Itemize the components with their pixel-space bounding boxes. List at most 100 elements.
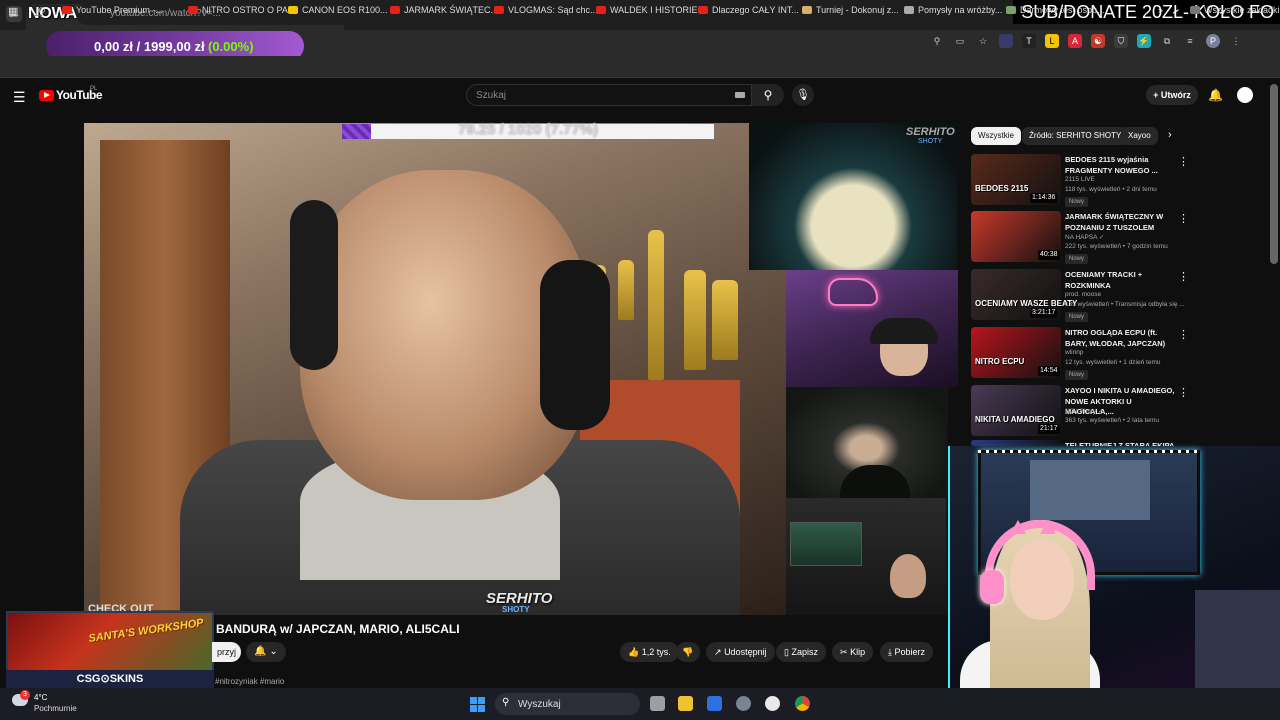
cast-icon[interactable]: ▭ bbox=[953, 34, 967, 48]
more-options-icon[interactable]: ⋮ bbox=[1178, 270, 1189, 283]
bookmark-item[interactable]: NITRO OSTRO O PA... bbox=[188, 5, 295, 15]
guest-camera-1 bbox=[749, 123, 957, 270]
dislike-button[interactable]: 👎 bbox=[676, 642, 700, 662]
headphone-right bbox=[540, 260, 610, 430]
app-icon[interactable] bbox=[765, 696, 780, 711]
trophy bbox=[684, 270, 706, 370]
bookmark-item[interactable]: Pomysły na wróżby... bbox=[904, 5, 1002, 15]
notifications-bell-icon[interactable]: 🔔 bbox=[1208, 88, 1223, 102]
all-bookmarks[interactable]: Wszystkie zakładki bbox=[1190, 5, 1280, 15]
bookmark-favicon-icon bbox=[494, 6, 504, 14]
taskbar-search-label: Wyszukaj bbox=[518, 699, 561, 710]
apps-grid-icon[interactable]: ▦ bbox=[8, 5, 18, 18]
avatar[interactable] bbox=[1237, 87, 1253, 103]
recommendation-title[interactable]: NITRO OGLĄDA ECPU (ft. BARY, WŁODAR, JAP… bbox=[1065, 328, 1175, 349]
recommendation-title[interactable]: BEDOES 2115 wyjaśnia FRAGMENTY NOWEGO ..… bbox=[1065, 155, 1175, 176]
bookmark-label: CANON EOS R100... bbox=[302, 5, 388, 15]
description-tags[interactable]: #nitrozyniak #mario bbox=[215, 677, 284, 686]
thumbs-down-icon: 👎 bbox=[682, 647, 694, 657]
price-goal-percent: (0.00%) bbox=[208, 39, 254, 54]
zoom-icon[interactable]: ⚲ bbox=[930, 34, 944, 48]
bookmark-favicon-icon bbox=[1006, 6, 1016, 14]
bookmark-favicon-icon bbox=[288, 6, 298, 14]
thumbnail-caption: BEDOES 2115 bbox=[975, 184, 1029, 193]
notification-toggle-button[interactable]: 🔔 ⌄ bbox=[246, 642, 286, 662]
bookmark-item[interactable]: CANON EOS R100... bbox=[288, 5, 388, 15]
bookmark-item[interactable]: YouTube Premium -... bbox=[62, 5, 163, 15]
download-button[interactable]: ⤓ Pobierz bbox=[880, 642, 934, 662]
adblock-icon[interactable]: A bbox=[1068, 34, 1082, 48]
channel-name[interactable]: prod. moose bbox=[1065, 291, 1101, 298]
filter-chip[interactable]: Xayoo bbox=[1121, 127, 1158, 145]
weather-badge: 3 bbox=[20, 690, 30, 700]
thumbnail-caption: NITRO ECPU bbox=[975, 357, 1025, 366]
page-scrollbar[interactable] bbox=[1270, 84, 1278, 264]
create-button[interactable]: + Utwórz bbox=[1146, 85, 1198, 105]
channel-name[interactable]: NJN Shoty ✓ bbox=[1065, 407, 1103, 415]
bookmark-item[interactable]: WALDEK I HISTORIE... bbox=[596, 5, 705, 15]
filter-chip[interactable]: Źródło: SERHITO SHOTY bbox=[1022, 127, 1129, 145]
share-button[interactable]: ↗ Udostępnij bbox=[706, 642, 775, 662]
chevron-right-icon[interactable]: › bbox=[1168, 129, 1172, 141]
recommendation-title[interactable]: OCENIAMY TRACKI + ROZKMINKA bbox=[1065, 270, 1175, 291]
voice-search-button[interactable]: 🎙 bbox=[792, 84, 814, 106]
save-button[interactable]: ▯ Zapisz bbox=[776, 642, 826, 662]
chrome-icon[interactable] bbox=[795, 696, 810, 711]
bookmark-favicon-icon bbox=[596, 6, 606, 14]
menu-icon[interactable]: ☰ bbox=[13, 89, 26, 106]
cat-ear-right bbox=[1040, 520, 1056, 534]
bookmark-item[interactable]: JARMARK ŚWIĄTEC... bbox=[390, 5, 498, 15]
more-options-icon[interactable]: ⋮ bbox=[1178, 328, 1189, 341]
clip-button[interactable]: ✂ Klip bbox=[832, 642, 874, 662]
extension-icon[interactable]: T bbox=[1022, 34, 1036, 48]
bookmark-item[interactable]: Dlaczego CAŁY INT... bbox=[698, 5, 799, 15]
guest-face bbox=[890, 554, 926, 598]
reading-list-icon[interactable]: ≡ bbox=[1183, 34, 1197, 48]
extension-icon[interactable] bbox=[999, 34, 1013, 48]
puzzle-icon[interactable]: ⧉ bbox=[1160, 34, 1174, 48]
channel-name[interactable]: wlinnp bbox=[1065, 349, 1083, 356]
headphone-left bbox=[290, 200, 338, 370]
windows-taskbar bbox=[0, 688, 1280, 720]
extension-icon[interactable]: L bbox=[1045, 34, 1059, 48]
search-input[interactable] bbox=[466, 84, 752, 106]
filter-chip[interactable]: Wszystkie bbox=[971, 127, 1021, 145]
file-explorer-icon[interactable] bbox=[678, 696, 693, 711]
extension-icon[interactable]: ☯ bbox=[1091, 34, 1105, 48]
trophy bbox=[712, 280, 738, 360]
weather-condition[interactable]: Pochmurnie bbox=[34, 704, 77, 713]
extension-icon[interactable]: ⚡ bbox=[1137, 34, 1151, 48]
more-options-icon[interactable]: ⋮ bbox=[1178, 212, 1189, 225]
bookmark-item[interactable]: Turniej - Dokonuj z... bbox=[802, 5, 899, 15]
subscribe-button[interactable]: przyj bbox=[212, 642, 241, 662]
taskbar-search[interactable] bbox=[495, 693, 640, 715]
profile-icon[interactable]: P bbox=[1206, 34, 1220, 48]
keyboard-icon[interactable] bbox=[735, 92, 745, 98]
thumbnail-caption: OCENIAMY WASZE BEATY bbox=[975, 299, 1078, 308]
channel-name[interactable]: 2115 LIVE bbox=[1065, 176, 1095, 183]
search-button[interactable]: ⚲ bbox=[752, 84, 784, 106]
task-view-icon[interactable] bbox=[650, 696, 665, 711]
shield-icon[interactable]: ⛉ bbox=[1114, 34, 1128, 48]
bookmark-item[interactable]: Darmowy test osob... bbox=[1006, 5, 1105, 15]
neon-bull-sign bbox=[828, 278, 878, 306]
more-options-icon[interactable]: ⋮ bbox=[1178, 386, 1189, 399]
menu-kebab-icon[interactable]: ⋮ bbox=[1229, 34, 1243, 48]
extension-icons: ⚲ ▭ ☆ T L A ☯ ⛉ ⚡ ⧉ ≡ P ⋮ bbox=[930, 34, 1243, 50]
bookmark-icon[interactable]: ⊙ bbox=[38, 5, 46, 16]
settings-gear-icon[interactable] bbox=[736, 696, 751, 711]
weather-temperature[interactable]: 4°C bbox=[34, 693, 47, 702]
channel-name[interactable]: NA HAPSA ✓ bbox=[1065, 233, 1104, 241]
recommendation-title[interactable]: JARMARK ŚWIĄTECZNY W POZNANIU Z TUSZOLEM bbox=[1065, 212, 1175, 233]
star-icon[interactable]: ☆ bbox=[976, 34, 990, 48]
goal-progress-text: 79.25 / 1020 (7.77%) bbox=[457, 121, 599, 138]
like-button[interactable]: 👍 1,2 tys. bbox=[620, 642, 679, 662]
windows-start-icon[interactable] bbox=[470, 697, 485, 712]
more-options-icon[interactable]: ⋮ bbox=[1178, 155, 1189, 168]
thumbnail-caption: NIKITA U AMADIEGO bbox=[975, 415, 1055, 424]
price-goal-value: 0,00 zł / 1999,00 zł bbox=[94, 39, 205, 54]
chevron-right-icon[interactable]: » bbox=[1158, 5, 1163, 15]
bookmark-item[interactable]: VLOGMAS: Sąd chc... bbox=[494, 5, 598, 15]
search-placeholder: Szukaj bbox=[476, 90, 507, 101]
store-icon[interactable] bbox=[707, 696, 722, 711]
